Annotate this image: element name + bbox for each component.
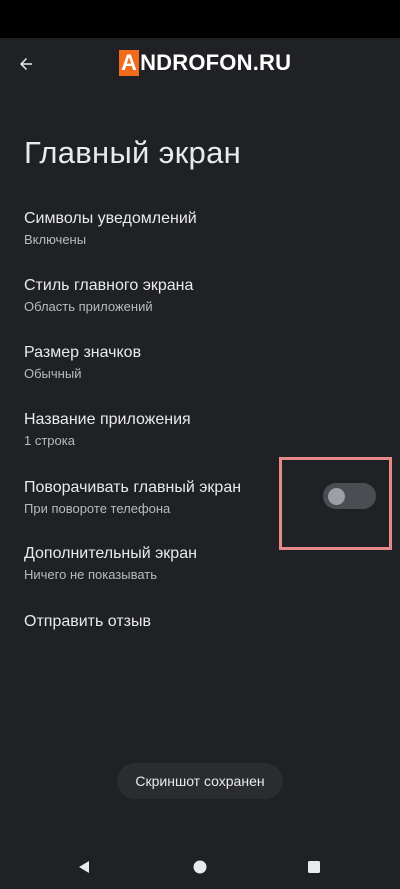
- triangle-back-icon: [79, 861, 89, 873]
- status-bar: [0, 0, 400, 38]
- highlight-box: [279, 457, 392, 550]
- back-button[interactable]: [12, 50, 40, 78]
- setting-title: Отправить отзыв: [24, 613, 151, 630]
- setting-summary: Ничего не показывать: [24, 567, 158, 582]
- navigation-bar: [0, 840, 400, 889]
- circle-home-icon: [193, 860, 207, 874]
- setting-summary: 1 строка: [24, 433, 75, 448]
- square-recents-icon: [308, 861, 320, 873]
- page-title: Главный экран: [24, 135, 242, 170]
- nav-home-button[interactable]: [185, 852, 215, 882]
- watermark-first-letter: A: [119, 50, 140, 76]
- setting-send-feedback[interactable]: Отправить отзыв: [0, 613, 400, 643]
- setting-summary: Область приложений: [24, 299, 153, 314]
- setting-title: Поворачивать главный экран: [24, 479, 242, 496]
- toast-message: Скриншот сохранен: [117, 763, 283, 799]
- setting-summary: Обычный: [24, 366, 82, 381]
- setting-title: Дополнительный экран: [24, 545, 197, 562]
- setting-title: Размер значков: [24, 344, 142, 361]
- setting-summary: Включены: [24, 232, 87, 247]
- watermark-logo: A NDROFON.RU: [119, 49, 291, 77]
- nav-recents-button[interactable]: [299, 852, 329, 882]
- setting-title: Стиль главного экрана: [24, 277, 194, 294]
- nav-back-button[interactable]: [69, 852, 99, 882]
- setting-icon-size[interactable]: Размер значков Обычный: [0, 344, 400, 404]
- setting-home-style[interactable]: Стиль главного экрана Область приложений: [0, 277, 400, 337]
- setting-summary: При повороте телефона: [24, 501, 171, 516]
- setting-notification-dots[interactable]: Символы уведомлений Включены: [0, 210, 400, 270]
- watermark-text: NDROFON.RU: [140, 50, 292, 75]
- setting-title: Символы уведомлений: [24, 210, 197, 227]
- arrow-back-icon: [20, 58, 32, 70]
- setting-additional-screen[interactable]: Дополнительный экран Ничего не показыват…: [0, 545, 400, 605]
- setting-title: Название приложения: [24, 411, 191, 428]
